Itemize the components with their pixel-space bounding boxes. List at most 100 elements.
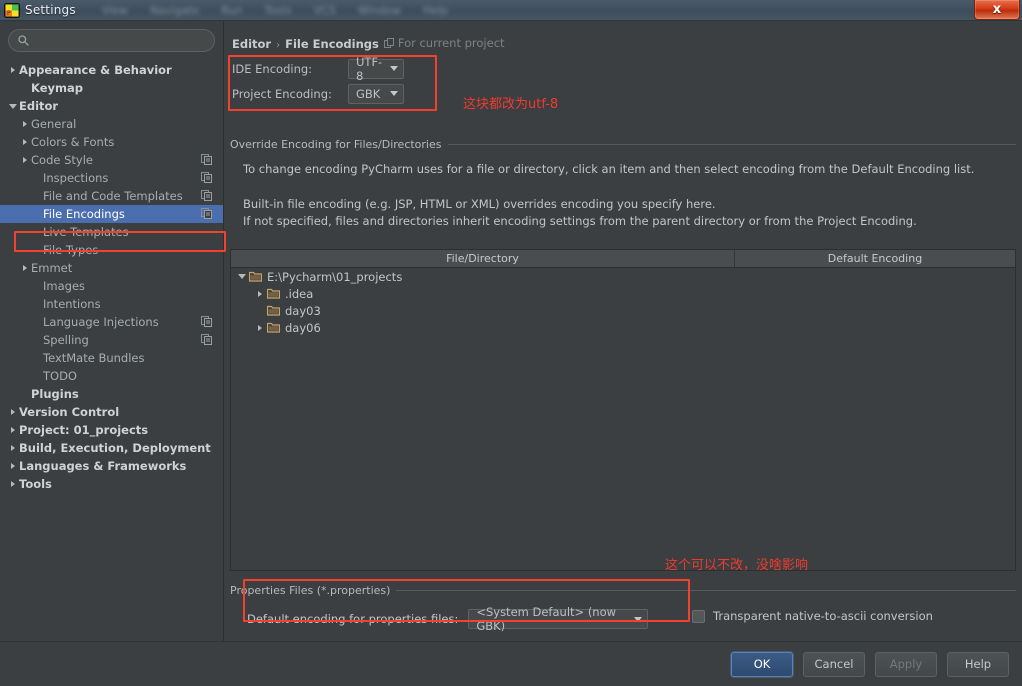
sidebar-item-label: Images xyxy=(43,279,86,293)
properties-encoding-dropdown[interactable]: <System Default> (now GBK) xyxy=(468,605,649,633)
sidebar-item-project-01-projects[interactable]: Project: 01_projects xyxy=(0,421,223,439)
apply-button[interactable]: Apply xyxy=(875,651,937,677)
table-row[interactable]: .idea xyxy=(231,285,1015,302)
sidebar-item-label: Plugins xyxy=(31,387,79,401)
annotation-note-top: 这块都改为utf-8 xyxy=(463,97,559,112)
properties-encoding-value: <System Default> (now GBK) xyxy=(476,605,617,633)
help-button[interactable]: Help xyxy=(947,651,1009,677)
sidebar-item-label: Keymap xyxy=(31,81,83,95)
transparent-conversion-row[interactable]: Transparent native-to-ascii conversion xyxy=(692,609,933,623)
sidebar-item-label: Emmet xyxy=(31,261,73,275)
sidebar-item-todo[interactable]: TODO xyxy=(0,367,223,385)
sidebar-item-code-style[interactable]: Code Style xyxy=(0,151,223,169)
ide-encoding-value: UTF-8 xyxy=(356,54,383,83)
sidebar-item-label: Tools xyxy=(19,477,52,491)
close-button[interactable]: x xyxy=(974,0,1020,20)
menu-item: Tools xyxy=(264,3,292,17)
file-directory-name: .idea xyxy=(285,286,314,301)
chevron-right-icon[interactable] xyxy=(6,481,19,487)
chevron-down-icon xyxy=(390,91,398,96)
sidebar-item-live-templates[interactable]: Live Templates xyxy=(0,223,223,241)
project-scope-icon xyxy=(383,38,394,48)
copy-icon xyxy=(201,334,212,345)
table-row[interactable]: day03 xyxy=(231,302,1015,319)
sidebar-item-file-and-code-templates[interactable]: File and Code Templates xyxy=(0,187,223,205)
copy-settings-icon[interactable] xyxy=(201,316,212,330)
column-header-default-encoding[interactable]: Default Encoding xyxy=(735,250,1015,267)
chevron-right-icon[interactable] xyxy=(253,324,267,331)
description-line-2: Built-in file encoding (e.g. JSP, HTML o… xyxy=(243,197,716,211)
sidebar-item-colors-fonts[interactable]: Colors & Fonts xyxy=(0,133,223,151)
sidebar-item-tools[interactable]: Tools xyxy=(0,475,223,493)
chevron-right-icon[interactable] xyxy=(18,265,31,271)
copy-settings-icon[interactable] xyxy=(201,334,212,348)
copy-settings-icon[interactable] xyxy=(201,208,212,222)
sidebar-item-file-encodings[interactable]: File Encodings xyxy=(0,205,223,223)
sidebar-item-languages-frameworks[interactable]: Languages & Frameworks xyxy=(0,457,223,475)
chevron-right-icon[interactable] xyxy=(6,67,19,73)
description-line-1: To change encoding PyCharm uses for a fi… xyxy=(243,162,975,176)
sidebar-item-intentions[interactable]: Intentions xyxy=(0,295,223,313)
sidebar-item-file-types[interactable]: File Types xyxy=(0,241,223,259)
copy-icon xyxy=(201,208,212,219)
copy-settings-icon[interactable] xyxy=(201,172,212,186)
chevron-right-icon[interactable] xyxy=(6,463,19,469)
chevron-down-icon[interactable] xyxy=(6,103,19,109)
ok-button[interactable]: OK xyxy=(731,651,793,677)
search-icon xyxy=(18,35,29,46)
cancel-button[interactable]: Cancel xyxy=(803,651,865,677)
sidebar-item-label: Spelling xyxy=(43,333,89,347)
search-input[interactable] xyxy=(35,34,205,47)
copy-settings-icon[interactable] xyxy=(201,154,212,168)
sidebar-item-keymap[interactable]: Keymap xyxy=(0,79,223,97)
chevron-right-icon[interactable] xyxy=(253,290,267,297)
column-header-file-directory[interactable]: File/Directory xyxy=(231,250,735,267)
chevron-right-icon[interactable] xyxy=(6,445,19,451)
sidebar-item-general[interactable]: General xyxy=(0,115,223,133)
chevron-right-icon[interactable] xyxy=(18,121,31,127)
breadcrumb-parent[interactable]: Editor xyxy=(232,37,271,51)
sidebar-item-spelling[interactable]: Spelling xyxy=(0,331,223,349)
ide-encoding-label: IDE Encoding: xyxy=(232,61,313,76)
chevron-right-icon[interactable] xyxy=(6,427,19,433)
sidebar-item-label: TextMate Bundles xyxy=(43,351,145,365)
sidebar-item-plugins[interactable]: Plugins xyxy=(0,385,223,403)
folder-icon xyxy=(267,288,281,299)
chevron-right-icon[interactable] xyxy=(18,139,31,145)
chevron-down-icon[interactable] xyxy=(235,274,249,279)
menu-item: Help xyxy=(423,3,449,17)
sidebar-item-appearance-behavior[interactable]: Appearance & Behavior xyxy=(0,61,223,79)
project-encoding-row: Project Encoding: GBK xyxy=(232,81,404,106)
sidebar-item-label: File Encodings xyxy=(43,207,125,221)
table-body: E:\Pycharm\01_projects .idea day03 day06 xyxy=(231,268,1015,570)
project-encoding-dropdown[interactable]: GBK xyxy=(348,83,404,104)
folder-icon xyxy=(267,305,281,316)
sidebar-item-language-injections[interactable]: Language Injections xyxy=(0,313,223,331)
sidebar-item-images[interactable]: Images xyxy=(0,277,223,295)
search-box[interactable] xyxy=(8,29,215,52)
chevron-right-icon[interactable] xyxy=(18,157,31,163)
table-header: File/Directory Default Encoding xyxy=(231,250,1015,268)
copy-settings-icon[interactable] xyxy=(201,190,212,204)
menu-item: Navigate xyxy=(149,3,200,17)
copy-icon xyxy=(201,190,212,201)
sidebar-item-label: Editor xyxy=(19,99,59,113)
sidebar-item-textmate-bundles[interactable]: TextMate Bundles xyxy=(0,349,223,367)
menu-item: Run xyxy=(221,3,243,17)
table-row[interactable]: E:\Pycharm\01_projects xyxy=(231,268,1015,285)
pycharm-icon: P xyxy=(4,2,20,18)
sidebar-item-editor[interactable]: Editor xyxy=(0,97,223,115)
chevron-right-icon[interactable] xyxy=(6,409,19,415)
sidebar-item-build-execution-deployment[interactable]: Build, Execution, Deployment xyxy=(0,439,223,457)
ide-encoding-dropdown[interactable]: UTF-8 xyxy=(348,55,404,83)
sidebar-item-version-control[interactable]: Version Control xyxy=(0,403,223,421)
settings-main-panel: Editor › File Encodings For current proj… xyxy=(225,21,1022,641)
sidebar-item-label: File Types xyxy=(43,243,99,257)
chevron-down-icon xyxy=(634,616,643,622)
sidebar-item-emmet[interactable]: Emmet xyxy=(0,259,223,277)
transparent-conversion-checkbox[interactable] xyxy=(692,609,705,623)
sidebar-item-label: TODO xyxy=(43,369,77,383)
copy-icon xyxy=(201,316,212,327)
sidebar-item-inspections[interactable]: Inspections xyxy=(0,169,223,187)
table-row[interactable]: day06 xyxy=(231,319,1015,336)
